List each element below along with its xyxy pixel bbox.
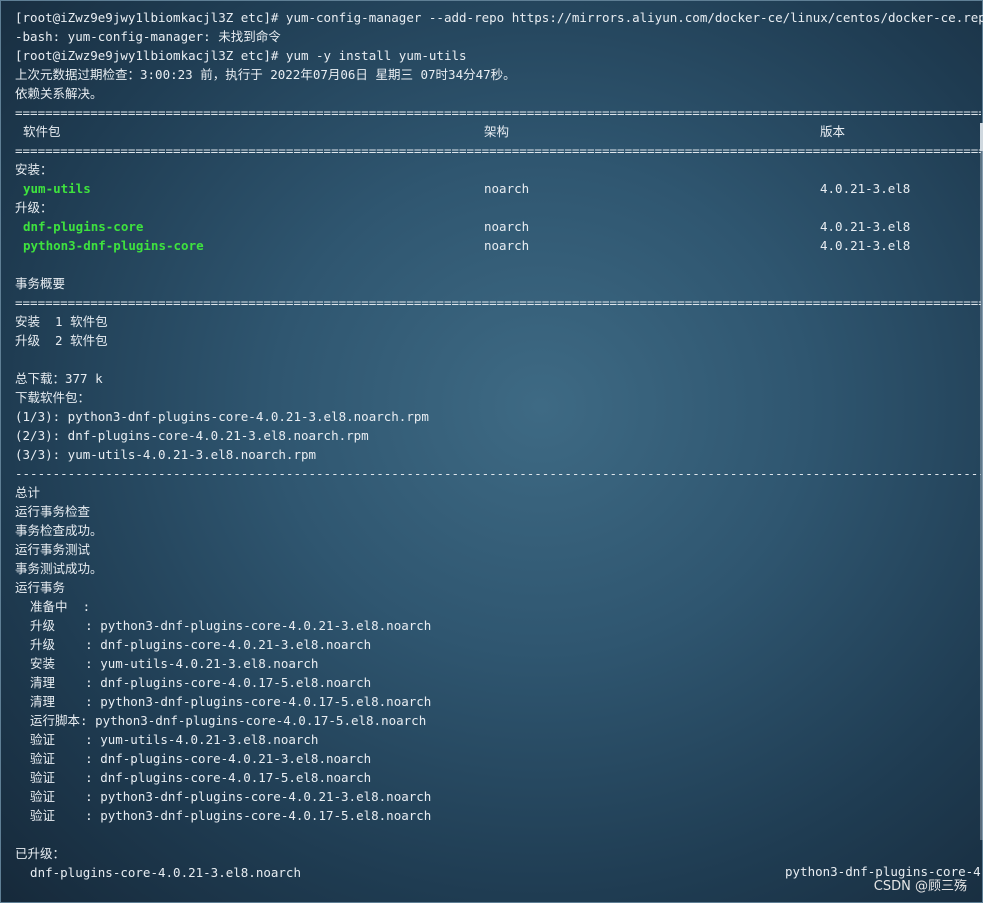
step-line: 运行脚本: python3-dnf-plugins-core-4.0.17-5.… xyxy=(15,713,427,728)
header-arch: 架构 xyxy=(484,124,510,139)
step-line: 清理 : python3-dnf-plugins-core-4.0.17-5.e… xyxy=(15,694,432,709)
command-line: [root@iZwz9e9jwy1lbiomkacjl3Z etc]# yum … xyxy=(15,48,467,63)
package-arch: noarch xyxy=(484,219,530,234)
summary-upgrade: 升级 2 软件包 xyxy=(15,333,108,348)
command-line: [root@iZwz9e9jwy1lbiomkacjl3Z etc]# yum-… xyxy=(15,10,983,25)
package-name: dnf-plugins-core xyxy=(23,219,144,234)
download-line: (1/3): python3-dnf-plugins-core-4.0.21-3… xyxy=(15,409,429,424)
step-line: 验证 : python3-dnf-plugins-core-4.0.17-5.e… xyxy=(15,808,432,823)
package-arch: noarch xyxy=(484,181,530,196)
download-line: (3/3): yum-utils-4.0.21-3.el8.noarch.rpm xyxy=(15,447,317,462)
package-version: 4.0.21-3.el8 xyxy=(820,181,911,196)
upgrade-section-label: 升级： xyxy=(15,200,53,215)
install-section-label: 安装： xyxy=(15,162,53,177)
transaction-line: 事务检查成功。 xyxy=(15,523,103,538)
step-line: 验证 : python3-dnf-plugins-core-4.0.21-3.e… xyxy=(15,789,432,804)
step-line: 安装 : yum-utils-4.0.21-3.el8.noarch xyxy=(15,656,319,671)
total-download: 总下载：377 k xyxy=(15,371,103,386)
transaction-line: 事务测试成功。 xyxy=(15,561,103,576)
error-line: -bash: yum-config-manager: 未找到命令 xyxy=(15,29,281,44)
transaction-line: 运行事务 xyxy=(15,580,66,595)
downloading-label: 下载软件包： xyxy=(15,390,91,405)
transaction-line: 运行事务测试 xyxy=(15,542,91,557)
separator-rule: ========================================… xyxy=(15,143,981,158)
separator-rule: ========================================… xyxy=(15,105,981,120)
step-line: 准备中 : xyxy=(15,599,91,614)
header-version: 版本 xyxy=(820,124,846,139)
package-arch: noarch xyxy=(484,238,530,253)
deps-resolved-line: 依赖关系解决。 xyxy=(15,86,103,101)
header-package: 软件包 xyxy=(23,124,61,139)
total-line: 总计 xyxy=(15,485,41,500)
download-line: (2/3): dnf-plugins-core-4.0.21-3.el8.noa… xyxy=(15,428,369,443)
csdn-watermark: CSDN @顾三殇 xyxy=(873,879,967,894)
package-name: yum-utils xyxy=(23,181,91,196)
step-line: 清理 : dnf-plugins-core-4.0.17-5.el8.noarc… xyxy=(15,675,372,690)
step-line: 验证 : yum-utils-4.0.21-3.el8.noarch xyxy=(15,732,319,747)
summary-install: 安装 1 软件包 xyxy=(15,314,108,329)
step-line: 验证 : dnf-plugins-core-4.0.21-3.el8.noarc… xyxy=(15,751,372,766)
package-name: python3-dnf-plugins-core xyxy=(23,238,204,253)
upgraded-package: dnf-plugins-core-4.0.21-3.el8.noarch xyxy=(15,865,301,880)
step-line: 升级 : dnf-plugins-core-4.0.21-3.el8.noarc… xyxy=(15,637,372,652)
package-version: 4.0.21-3.el8 xyxy=(820,219,911,234)
upgraded-label: 已升级： xyxy=(15,846,66,861)
metadata-line: 上次元数据过期检查：3:00:23 前，执行于 2022年07月06日 星期三 … xyxy=(15,67,516,82)
step-line: 升级 : python3-dnf-plugins-core-4.0.21-3.e… xyxy=(15,618,432,633)
separator-rule: ========================================… xyxy=(15,295,981,310)
transaction-line: 运行事务检查 xyxy=(15,504,91,519)
summary-title: 事务概要 xyxy=(15,276,66,291)
dash-rule: ----------------------------------------… xyxy=(15,466,981,481)
step-line: 验证 : dnf-plugins-core-4.0.17-5.el8.noarc… xyxy=(15,770,372,785)
package-version: 4.0.21-3.el8 xyxy=(820,238,911,253)
